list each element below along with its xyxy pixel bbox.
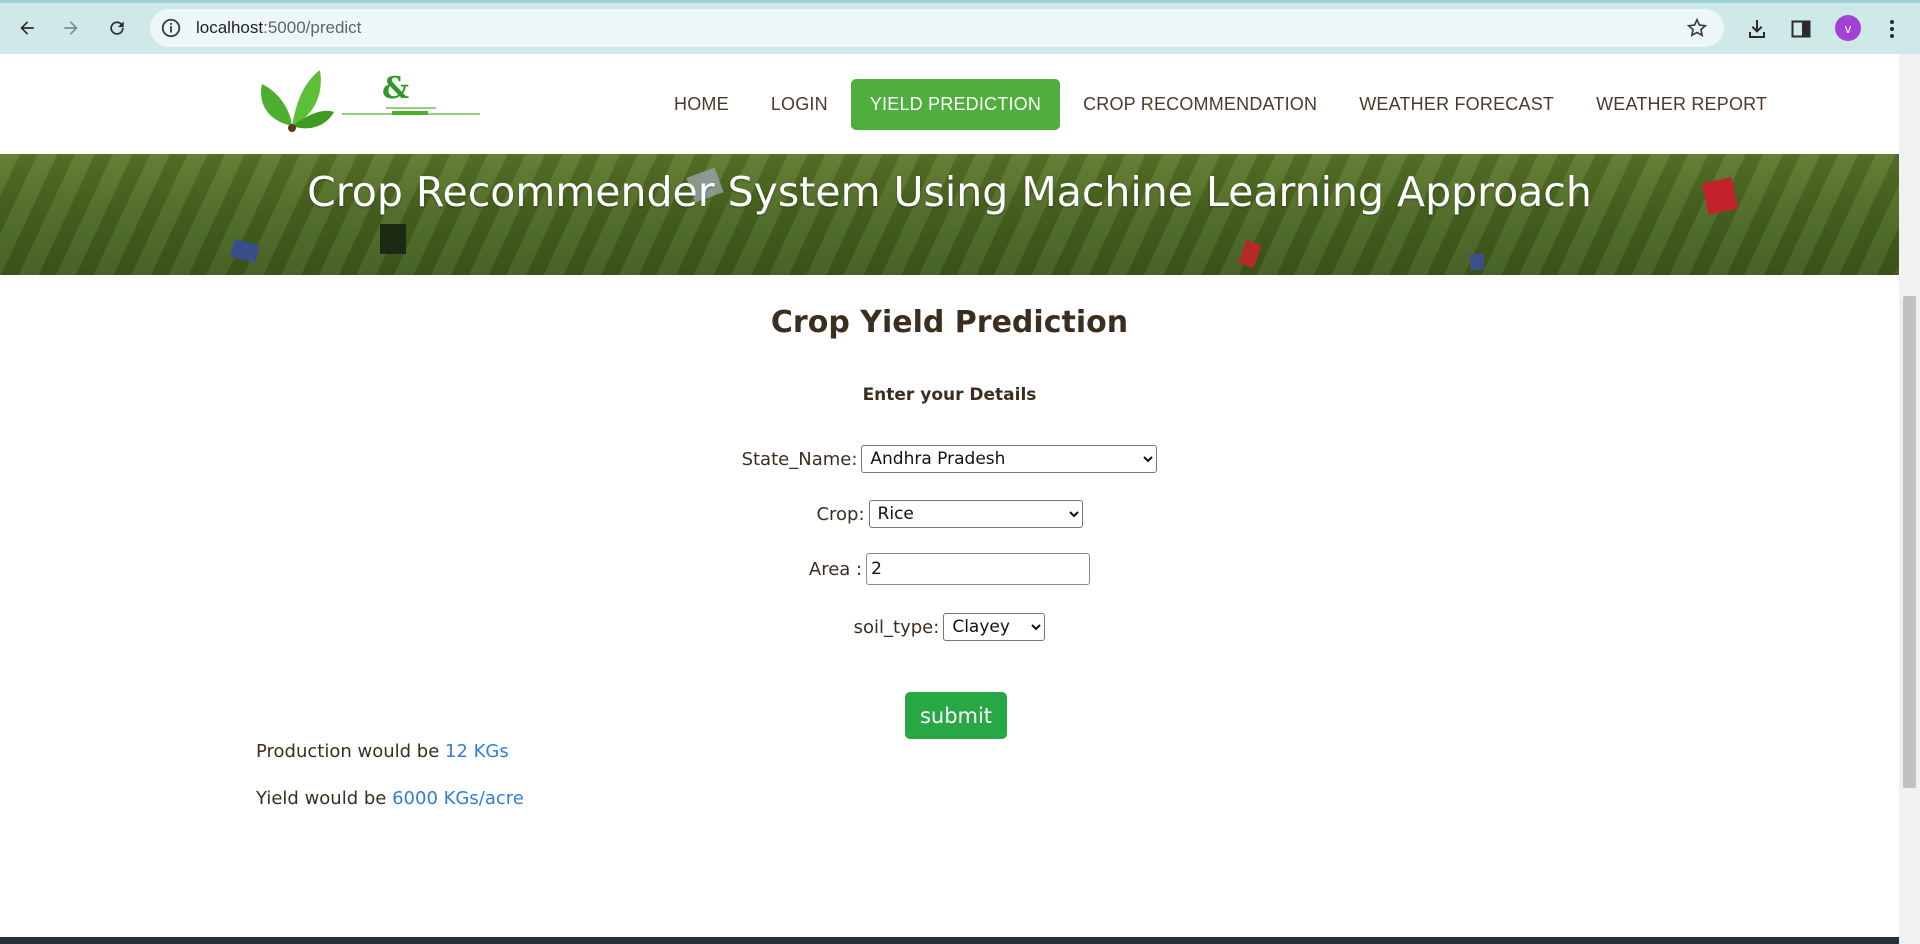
scarecrow-decoration xyxy=(380,224,406,254)
arrow-right-icon xyxy=(64,21,78,35)
url-path: :5000/predict xyxy=(263,18,362,37)
download-icon[interactable] xyxy=(1745,17,1769,41)
soil-type-select[interactable]: Clayey xyxy=(943,613,1046,641)
bookmark-star-icon[interactable] xyxy=(1686,17,1708,39)
yield-result-label: Yield would be xyxy=(256,788,393,809)
forward-button[interactable] xyxy=(56,15,86,41)
footer-top-edge xyxy=(0,937,1899,944)
banner-flag-decoration xyxy=(1470,254,1484,270)
nav-login[interactable]: LOGIN xyxy=(752,79,847,130)
site-info-icon[interactable] xyxy=(160,17,182,39)
production-result-label: Production would be xyxy=(256,741,445,762)
address-bar[interactable]: localhost:5000/predict xyxy=(150,9,1724,47)
yield-result: Yield would be 6000 KGs/acre xyxy=(256,788,524,809)
production-value: 12 KGs xyxy=(445,741,509,762)
site-header: & HOME LOGIN YIELD PREDICTION CROP RECOM… xyxy=(0,54,1899,154)
page-scrollbar[interactable] xyxy=(1899,54,1920,944)
crop-select[interactable]: Rice xyxy=(868,500,1083,528)
nav-yield-prediction[interactable]: YIELD PREDICTION xyxy=(850,79,1061,130)
soil-label: soil_type: xyxy=(853,616,940,638)
page-title: Crop Yield Prediction xyxy=(770,305,1129,340)
nav-home[interactable]: HOME xyxy=(655,79,748,130)
back-button[interactable] xyxy=(12,15,42,41)
nav-weather-report[interactable]: WEATHER REPORT xyxy=(1577,79,1786,130)
yield-value: 6000 KGs/acre xyxy=(392,788,524,809)
submit-button[interactable]: submit xyxy=(905,692,1007,739)
browser-toolbar: localhost:5000/predict v xyxy=(0,0,1920,54)
soil-row: soil_type: Clayey xyxy=(0,613,1899,641)
state-select[interactable]: Andhra Pradesh xyxy=(861,445,1158,473)
svg-text:&: & xyxy=(382,71,409,106)
more-menu-icon[interactable] xyxy=(1880,17,1904,41)
nav-crop-recommendation[interactable]: CROP RECOMMENDATION xyxy=(1064,79,1336,130)
nav-weather-forecast[interactable]: WEATHER FORECAST xyxy=(1340,79,1573,130)
area-label: Area : xyxy=(808,558,863,580)
banner-flag-decoration xyxy=(1238,239,1262,269)
scrollbar-thumb[interactable] xyxy=(1903,296,1916,788)
reload-icon xyxy=(110,21,124,35)
hero-banner: Crop Recommender System Using Machine Le… xyxy=(0,154,1899,275)
area-input[interactable] xyxy=(866,553,1091,585)
profile-avatar[interactable]: v xyxy=(1835,15,1861,41)
production-result: Production would be 12 KGs xyxy=(256,741,509,762)
state-label: State_Name: xyxy=(741,448,858,470)
leaf-logo-icon[interactable]: & xyxy=(256,62,486,134)
side-panel-icon[interactable] xyxy=(1789,17,1813,41)
banner-flag-decoration xyxy=(230,238,260,264)
state-row: State_Name: Andhra Pradesh xyxy=(0,445,1899,473)
arrow-left-icon xyxy=(20,21,34,35)
main-nav: HOME LOGIN YIELD PREDICTION CROP RECOMME… xyxy=(655,79,1786,130)
prediction-form-section: Crop Yield Prediction Enter your Details… xyxy=(0,275,1899,935)
banner-title: Crop Recommender System Using Machine Le… xyxy=(307,168,1592,216)
area-row: Area : xyxy=(0,553,1899,585)
reload-button[interactable] xyxy=(102,15,132,41)
crop-row: Crop: Rice xyxy=(0,500,1899,528)
crop-label: Crop: xyxy=(816,503,865,525)
url-host: localhost xyxy=(196,18,264,37)
form-subtitle: Enter your Details xyxy=(862,385,1037,405)
url-text[interactable]: localhost:5000/predict xyxy=(196,18,361,38)
